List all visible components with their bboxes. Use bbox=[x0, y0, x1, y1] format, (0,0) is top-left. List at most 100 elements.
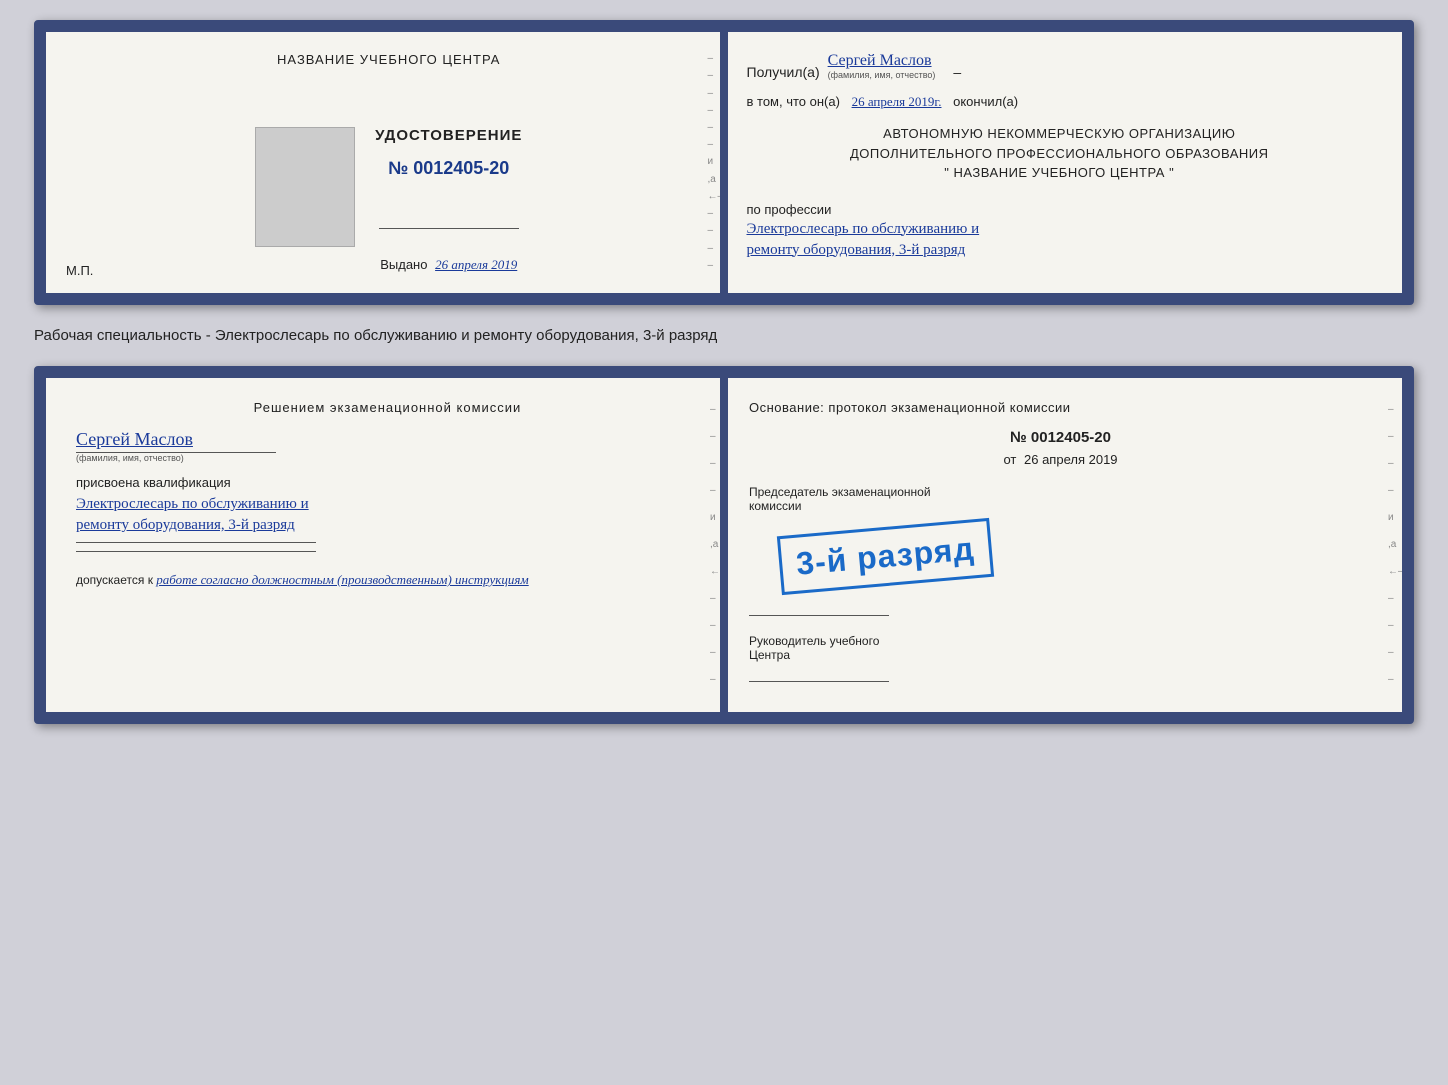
ld8: – bbox=[710, 594, 718, 604]
d5: – bbox=[708, 123, 716, 133]
ld4: – bbox=[710, 486, 718, 496]
rukovoditel-sig-line bbox=[749, 670, 889, 682]
lower-name-handwritten: Сергей Маслов bbox=[76, 429, 193, 450]
predsedatel-line2: комиссии bbox=[749, 499, 801, 513]
dopuskaetsya-label: допускается к bbox=[76, 573, 153, 587]
upper-cert-left: НАЗВАНИЕ УЧЕБНОГО ЦЕНТРА УДОСТОВЕРЕНИЕ №… bbox=[46, 32, 722, 293]
lower-qual-line1: Электрослесарь по обслуживанию и bbox=[76, 496, 699, 513]
d10: – bbox=[708, 209, 716, 219]
d4: – bbox=[708, 106, 716, 116]
okonchil-label: окончил(а) bbox=[953, 94, 1018, 109]
lower-qual-line2: ремонту оборудования, 3-й разряд bbox=[76, 517, 699, 534]
d13: – bbox=[708, 261, 716, 271]
d6: – bbox=[708, 140, 716, 150]
lower-certificate: Решением экзаменационной комиссии Сергей… bbox=[34, 366, 1414, 724]
ld10: – bbox=[710, 648, 718, 658]
d11: – bbox=[708, 226, 716, 236]
poluchil-line: Получил(а) Сергей Маслов (фамилия, имя, … bbox=[747, 52, 1373, 80]
rd6: ,а bbox=[1388, 540, 1396, 550]
predsedatel-text: Председатель экзаменационной комиссии bbox=[749, 485, 1372, 513]
rukovoditel-text: Руководитель учебного Центра bbox=[749, 634, 1372, 662]
recipient-name: Сергей Маслов (фамилия, имя, отчество) bbox=[828, 52, 936, 80]
po-professii-block: по профессии Электрослесарь по обслужива… bbox=[747, 202, 1373, 259]
avtonomnuyu-block: АВТОНОМНУЮ НЕКОММЕРЧЕСКУЮ ОРГАНИЗАЦИЮ ДО… bbox=[747, 124, 1373, 183]
d8: ,а bbox=[708, 175, 716, 185]
d7: и bbox=[708, 157, 716, 167]
mp-label: М.П. bbox=[66, 263, 93, 278]
recipient-handwritten: Сергей Маслов bbox=[828, 52, 932, 70]
udost-info: УДОСТОВЕРЕНИЕ № 0012405-20 Выдано 26 апр… bbox=[375, 127, 522, 273]
d2: – bbox=[708, 71, 716, 81]
rd4: – bbox=[1388, 486, 1396, 496]
poluchil-label: Получил(а) bbox=[747, 64, 820, 80]
upper-dash: – bbox=[953, 64, 961, 80]
ld2: – bbox=[710, 432, 718, 442]
avt-line1: АВТОНОМНУЮ НЕКОММЕРЧЕСКУЮ ОРГАНИЗАЦИЮ bbox=[747, 124, 1373, 144]
stamp-text: 3-й разряд bbox=[795, 530, 976, 581]
upper-center-title: НАЗВАНИЕ УЧЕБНОГО ЦЕНТРА bbox=[277, 52, 500, 67]
ot-label: от bbox=[1003, 452, 1016, 467]
d3: – bbox=[708, 89, 716, 99]
reshen-title: Решением экзаменационной комиссии bbox=[76, 400, 699, 415]
page-container: НАЗВАНИЕ УЧЕБНОГО ЦЕНТРА УДОСТОВЕРЕНИЕ №… bbox=[34, 20, 1414, 724]
avt-line2: ДОПОЛНИТЕЛЬНОГО ПРОФЕССИОНАЛЬНОГО ОБРАЗО… bbox=[747, 144, 1373, 164]
avt-line3: " НАЗВАНИЕ УЧЕБНОГО ЦЕНТРА " bbox=[747, 163, 1373, 183]
rd9: – bbox=[1388, 621, 1396, 631]
dopusk-text: работе согласно должностным (производств… bbox=[156, 572, 528, 587]
vydano-date: 26 апреля 2019 bbox=[435, 257, 517, 273]
ld5: и bbox=[710, 513, 718, 523]
vtom-label: в том, что он(а) bbox=[747, 94, 840, 109]
left-photo-area: УДОСТОВЕРЕНИЕ № 0012405-20 Выдано 26 апр… bbox=[255, 127, 522, 273]
d12: – bbox=[708, 244, 716, 254]
ld9: – bbox=[710, 621, 718, 631]
profession-line1: Электрослесарь по обслуживанию и bbox=[747, 221, 1373, 238]
ot-line: от 26 апреля 2019 bbox=[749, 452, 1372, 467]
osnovanie-text: Основание: протокол экзаменационной коми… bbox=[749, 400, 1372, 415]
vydano-line: Выдано 26 апреля 2019 bbox=[380, 257, 517, 273]
rd8: – bbox=[1388, 594, 1396, 604]
prisvoena-text: присвоена квалификация bbox=[76, 475, 699, 490]
ld1: – bbox=[710, 405, 718, 415]
vydano-label: Выдано bbox=[380, 257, 427, 272]
d1: – bbox=[708, 54, 716, 64]
rd11: – bbox=[1388, 675, 1396, 685]
predsedatel-sig-line bbox=[749, 604, 889, 616]
rukovoditel-line2: Центра bbox=[749, 648, 790, 662]
upper-cert-right: Получил(а) Сергей Маслов (фамилия, имя, … bbox=[722, 32, 1403, 293]
dopuskaetsya-block: допускается к работе согласно должностны… bbox=[76, 572, 699, 588]
caption-text: Рабочая специальность - Электрослесарь п… bbox=[34, 323, 1414, 348]
vtom-line: в том, что он(а) 26 апреля 2019г. окончи… bbox=[747, 94, 1373, 110]
lower-num-line: № 0012405-20 bbox=[749, 429, 1372, 446]
ld6: ,а bbox=[710, 540, 718, 550]
udost-title: УДОСТОВЕРЕНИЕ bbox=[375, 127, 522, 144]
po-professii-label: по профессии bbox=[747, 202, 832, 217]
date-handwritten: 26 апреля 2019г. bbox=[852, 94, 942, 110]
rd1: – bbox=[1388, 405, 1396, 415]
rd5: и bbox=[1388, 513, 1396, 523]
ld3: – bbox=[710, 459, 718, 469]
ld7: ←– bbox=[710, 567, 718, 577]
stamp: 3-й разряд bbox=[777, 518, 994, 595]
side-texture-upper-left: – – – – – – и ,а ←– – – – – bbox=[708, 52, 716, 273]
rd2: – bbox=[1388, 432, 1396, 442]
side-texture-lower-left: – – – – и ,а ←– – – – – bbox=[710, 398, 718, 692]
photo-placeholder bbox=[255, 127, 355, 247]
udost-number: № 0012405-20 bbox=[388, 158, 509, 179]
upper-certificate: НАЗВАНИЕ УЧЕБНОГО ЦЕНТРА УДОСТОВЕРЕНИЕ №… bbox=[34, 20, 1414, 305]
ot-date: 26 апреля 2019 bbox=[1024, 452, 1118, 467]
lower-name-block: Сергей Маслов (фамилия, имя, отчество) bbox=[76, 429, 699, 463]
fio-label-upper: (фамилия, имя, отчество) bbox=[828, 70, 936, 80]
lower-qual-block: Электрослесарь по обслуживанию и ремонту… bbox=[76, 496, 699, 534]
rd3: – bbox=[1388, 459, 1396, 469]
signature-line-1 bbox=[379, 217, 519, 229]
profession-line2: ремонту оборудования, 3-й разряд bbox=[747, 242, 1373, 259]
lower-cert-right: Основание: протокол экзаменационной коми… bbox=[724, 378, 1402, 712]
lower-fio-label: (фамилия, имя, отчество) bbox=[76, 453, 699, 463]
rukovoditel-line1: Руководитель учебного bbox=[749, 634, 879, 648]
side-texture-lower-right: – – – – и ,а ←– – – – – bbox=[1388, 398, 1396, 692]
rd7: ←– bbox=[1388, 567, 1396, 577]
predsedatel-line1: Председатель экзаменационной bbox=[749, 485, 931, 499]
ld11: – bbox=[710, 675, 718, 685]
lower-cert-left: Решением экзаменационной комиссии Сергей… bbox=[46, 378, 724, 712]
d9: ←– bbox=[708, 192, 716, 202]
